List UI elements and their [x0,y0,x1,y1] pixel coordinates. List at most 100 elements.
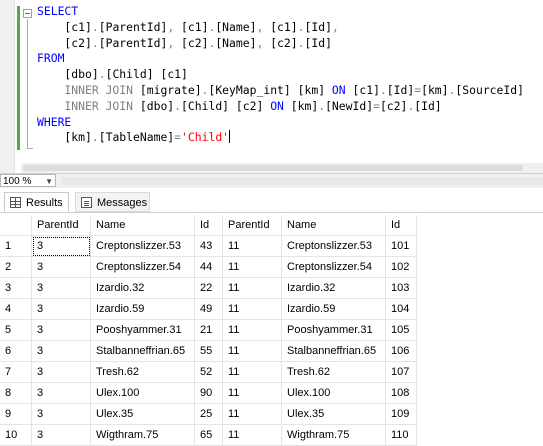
column-header[interactable]: Id [194,215,223,236]
table-cell[interactable]: 103 [385,277,417,299]
table-cell[interactable]: 21 [194,319,223,341]
table-cell[interactable]: 3 [31,403,91,425]
table-cell[interactable]: Wigthram.75 [281,424,386,446]
table-cell[interactable]: 3 [31,382,91,404]
code-line[interactable]: INNER JOIN [migrate]. [KeyMap_int] [km] O… [37,83,524,99]
code-line[interactable]: [dbo].[Child] [c1] [37,67,524,83]
table-cell[interactable]: Stalbanneffrian.65 [281,340,386,362]
table-cell[interactable]: 107 [385,361,417,383]
table-row[interactable]: 9 3 Ulex.35 25 11 Ulex.35 109 [0,403,417,425]
table-cell[interactable]: Stalbanneffrian.65 [90,340,195,362]
table-cell[interactable]: 3 [31,424,91,446]
table-cell[interactable]: 90 [194,382,223,404]
row-number[interactable]: 5 [0,319,32,341]
table-row[interactable]: 8 3 Ulex.100 90 11 Ulex.100 108 [0,382,417,404]
table-cell[interactable]: Creptonslizzer.54 [281,256,386,278]
table-row[interactable]: 3 3 Izardio.32 22 11 Izardio.32 103 [0,277,417,299]
table-row[interactable]: 2 3 Creptonslizzer.54 44 11 Creptonslizzer.54… [0,256,417,278]
table-cell[interactable]: Creptonslizzer.53 [90,235,195,257]
table-cell[interactable]: 101 [385,235,417,257]
table-cell[interactable]: 11 [222,361,282,383]
row-number[interactable]: 8 [0,382,32,404]
table-cell[interactable]: Ulex.100 [281,382,386,404]
table-cell[interactable]: 25 [194,403,223,425]
table-cell[interactable]: 3 [31,298,91,320]
table-row[interactable]: 7 3 Tresh.62 52 11 Tresh.62 107 [0,361,417,383]
table-row[interactable]: 5 3 Pooshyammer.31 21 11 Pooshyammer.31 105 [0,319,417,341]
table-cell[interactable]: 102 [385,256,417,278]
table-cell[interactable]: Creptonslizzer.54 [90,256,195,278]
row-number[interactable]: 9 [0,403,32,425]
table-cell[interactable]: 11 [222,235,282,257]
row-number[interactable]: 10 [0,424,32,446]
results-grid[interactable]: ParentId Name Id ParentId Name Id 1 3 Creptonsl… [0,215,417,446]
editor-horizontal-scrollbar[interactable] [21,163,543,173]
table-cell[interactable]: 65 [194,424,223,446]
table-cell[interactable]: Tresh.62 [90,361,195,383]
table-row[interactable]: 1 3 Creptonslizzer.53 43 11 Creptonslizzer.53… [0,235,417,257]
table-cell[interactable]: 44 [194,256,223,278]
table-cell[interactable]: 11 [222,403,282,425]
table-cell[interactable]: 3 [31,361,91,383]
table-cell[interactable]: 108 [385,382,417,404]
table-row[interactable]: 4 3 Izardio.59 49 11 Izardio.59 104 [0,298,417,320]
table-cell[interactable]: 11 [222,298,282,320]
table-cell[interactable]: 110 [385,424,417,446]
row-number[interactable]: 7 [0,361,32,383]
table-cell[interactable]: 43 [194,235,223,257]
table-row[interactable]: 10 3 Wigthram.75 65 11 Wigthram.75 110 [0,424,417,446]
code-line[interactable]: SELECT [37,4,524,20]
code-line[interactable]: [km].[TableName]='Child' [37,130,524,146]
column-header[interactable]: Name [90,215,195,236]
code-line[interactable]: INNER JOIN [dbo].[Child] [c2] ON [km].[N… [37,99,524,115]
table-cell[interactable]: Wigthram.75 [90,424,195,446]
table-cell[interactable]: 3 [31,235,91,257]
table-cell[interactable]: Pooshyammer.31 [281,319,386,341]
sql-code[interactable]: SELECT [c1].[ParentId], [c1].[Name], [c1… [37,4,524,146]
table-cell[interactable]: 49 [194,298,223,320]
grid-corner[interactable] [0,215,32,236]
table-cell[interactable]: 106 [385,340,417,362]
row-number[interactable]: 4 [0,298,32,320]
column-header[interactable]: ParentId [222,215,282,236]
column-header[interactable]: Id [385,215,417,236]
table-cell[interactable]: 11 [222,382,282,404]
table-cell[interactable]: Pooshyammer.31 [90,319,195,341]
row-number[interactable]: 2 [0,256,32,278]
table-cell[interactable]: 109 [385,403,417,425]
table-cell[interactable]: 104 [385,298,417,320]
table-cell[interactable]: 55 [194,340,223,362]
table-cell[interactable]: 11 [222,277,282,299]
table-cell[interactable]: 3 [31,319,91,341]
table-cell[interactable]: 3 [31,277,91,299]
table-cell[interactable]: 3 [31,256,91,278]
row-number[interactable]: 1 [0,235,32,257]
table-cell[interactable]: 11 [222,256,282,278]
table-cell[interactable]: Ulex.100 [90,382,195,404]
table-cell[interactable]: Creptonslizzer.53 [281,235,386,257]
code-line[interactable]: WHERE [37,115,524,131]
table-cell[interactable]: Izardio.32 [281,277,386,299]
code-line[interactable]: FROM [37,51,524,67]
table-cell[interactable]: 3 [31,340,91,362]
zoom-dropdown[interactable]: 100 % ▼ [0,174,56,187]
table-cell[interactable]: Ulex.35 [90,403,195,425]
table-cell[interactable]: Izardio.59 [281,298,386,320]
table-cell[interactable]: Izardio.59 [90,298,195,320]
tab-results[interactable]: Results [4,192,69,212]
table-cell[interactable]: 11 [222,319,282,341]
table-cell[interactable]: 22 [194,277,223,299]
table-row[interactable]: 6 3 Stalbanneffrian.65 55 11 Stalbanneffrian.… [0,340,417,362]
table-cell[interactable]: 105 [385,319,417,341]
table-cell[interactable]: Tresh.62 [281,361,386,383]
results-horizontal-scrollbar[interactable] [62,177,543,185]
table-cell[interactable]: Izardio.32 [90,277,195,299]
column-header[interactable]: ParentId [31,215,91,236]
table-cell[interactable]: Ulex.35 [281,403,386,425]
table-cell[interactable]: 11 [222,340,282,362]
column-header[interactable]: Name [281,215,386,236]
query-editor[interactable]: SELECT [c1].[ParentId], [c1].[Name], [c1… [0,0,543,173]
collapse-region-icon[interactable] [23,9,32,18]
code-line[interactable]: [c2].[ParentId], [c2].[Name], [c2].[Id] [37,36,524,52]
row-number[interactable]: 3 [0,277,32,299]
